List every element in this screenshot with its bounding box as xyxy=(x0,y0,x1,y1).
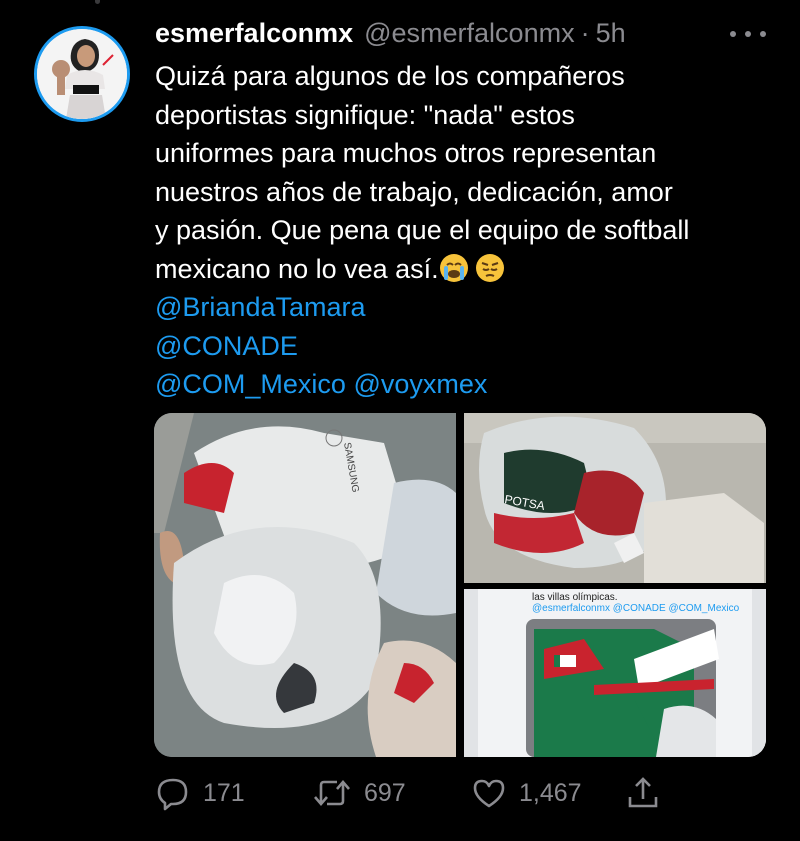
share-icon xyxy=(628,777,658,808)
like-count: 1,467 xyxy=(519,778,582,807)
avatar-photo xyxy=(37,29,127,119)
user-handle[interactable]: @esmerfalconmx xyxy=(364,16,574,50)
retweet-count: 697 xyxy=(364,778,406,807)
reply-button[interactable]: 171 xyxy=(155,770,245,816)
text-line-with-emoji: mexicano no lo vea así. xyxy=(155,250,785,289)
photo-3-screenshot[interactable]: las villas olímpicas. @esmerfalconmx @CO… xyxy=(464,589,766,757)
share-button[interactable] xyxy=(625,770,661,816)
crying-face-icon xyxy=(439,253,468,282)
photo-2[interactable]: POTSA xyxy=(464,413,766,583)
retweet-button[interactable]: 697 xyxy=(312,770,406,816)
text-line: Quizá para algunos de los compañeros xyxy=(155,61,625,91)
text-line: deportistas signifique: "nada" estos xyxy=(155,99,575,130)
screenshot-mentions: @esmerfalconmx @CONADE @COM_Mexico xyxy=(532,603,740,614)
text-line: nuestros años de trabajo, dedicación, am… xyxy=(155,176,673,207)
mention-link[interactable]: @COM_Mexico xyxy=(155,369,346,399)
text-line: y pasión. Que pena que el equipo de soft… xyxy=(155,215,690,245)
avatar[interactable] xyxy=(34,26,130,122)
more-icon[interactable] xyxy=(730,22,766,46)
action-bar: 171 697 1,467 xyxy=(155,770,675,816)
retweet-icon xyxy=(314,780,350,806)
like-icon xyxy=(473,779,505,808)
photo-1[interactable]: SAMSUNG xyxy=(154,413,456,757)
timestamp[interactable]: 5h xyxy=(596,16,626,50)
like-button[interactable]: 1,467 xyxy=(471,770,582,816)
display-name[interactable]: esmerfalconmx xyxy=(155,16,353,50)
tweet-text: Quizá para algunos de los compañeros dep… xyxy=(155,57,785,404)
mention-link[interactable]: @CONADE xyxy=(155,331,298,361)
separator-dot: · xyxy=(580,18,590,48)
mention-link[interactable]: @voyxmex xyxy=(353,369,487,399)
mention-link[interactable]: @BriandaTamara xyxy=(155,292,366,322)
text-line: mexicano no lo vea así. xyxy=(155,253,439,284)
reply-count: 171 xyxy=(203,778,245,807)
pensive-face-icon xyxy=(475,253,504,282)
thread-connector xyxy=(95,0,100,4)
tweet-header: esmerfalconmx @esmerfalconmx · 5h xyxy=(155,16,626,50)
text-line: uniformes para muchos otros representan xyxy=(155,138,657,168)
reply-icon xyxy=(157,778,188,811)
media-grid: SAMSUNG POTSA las villas olímpicas. @esm… xyxy=(154,413,766,757)
